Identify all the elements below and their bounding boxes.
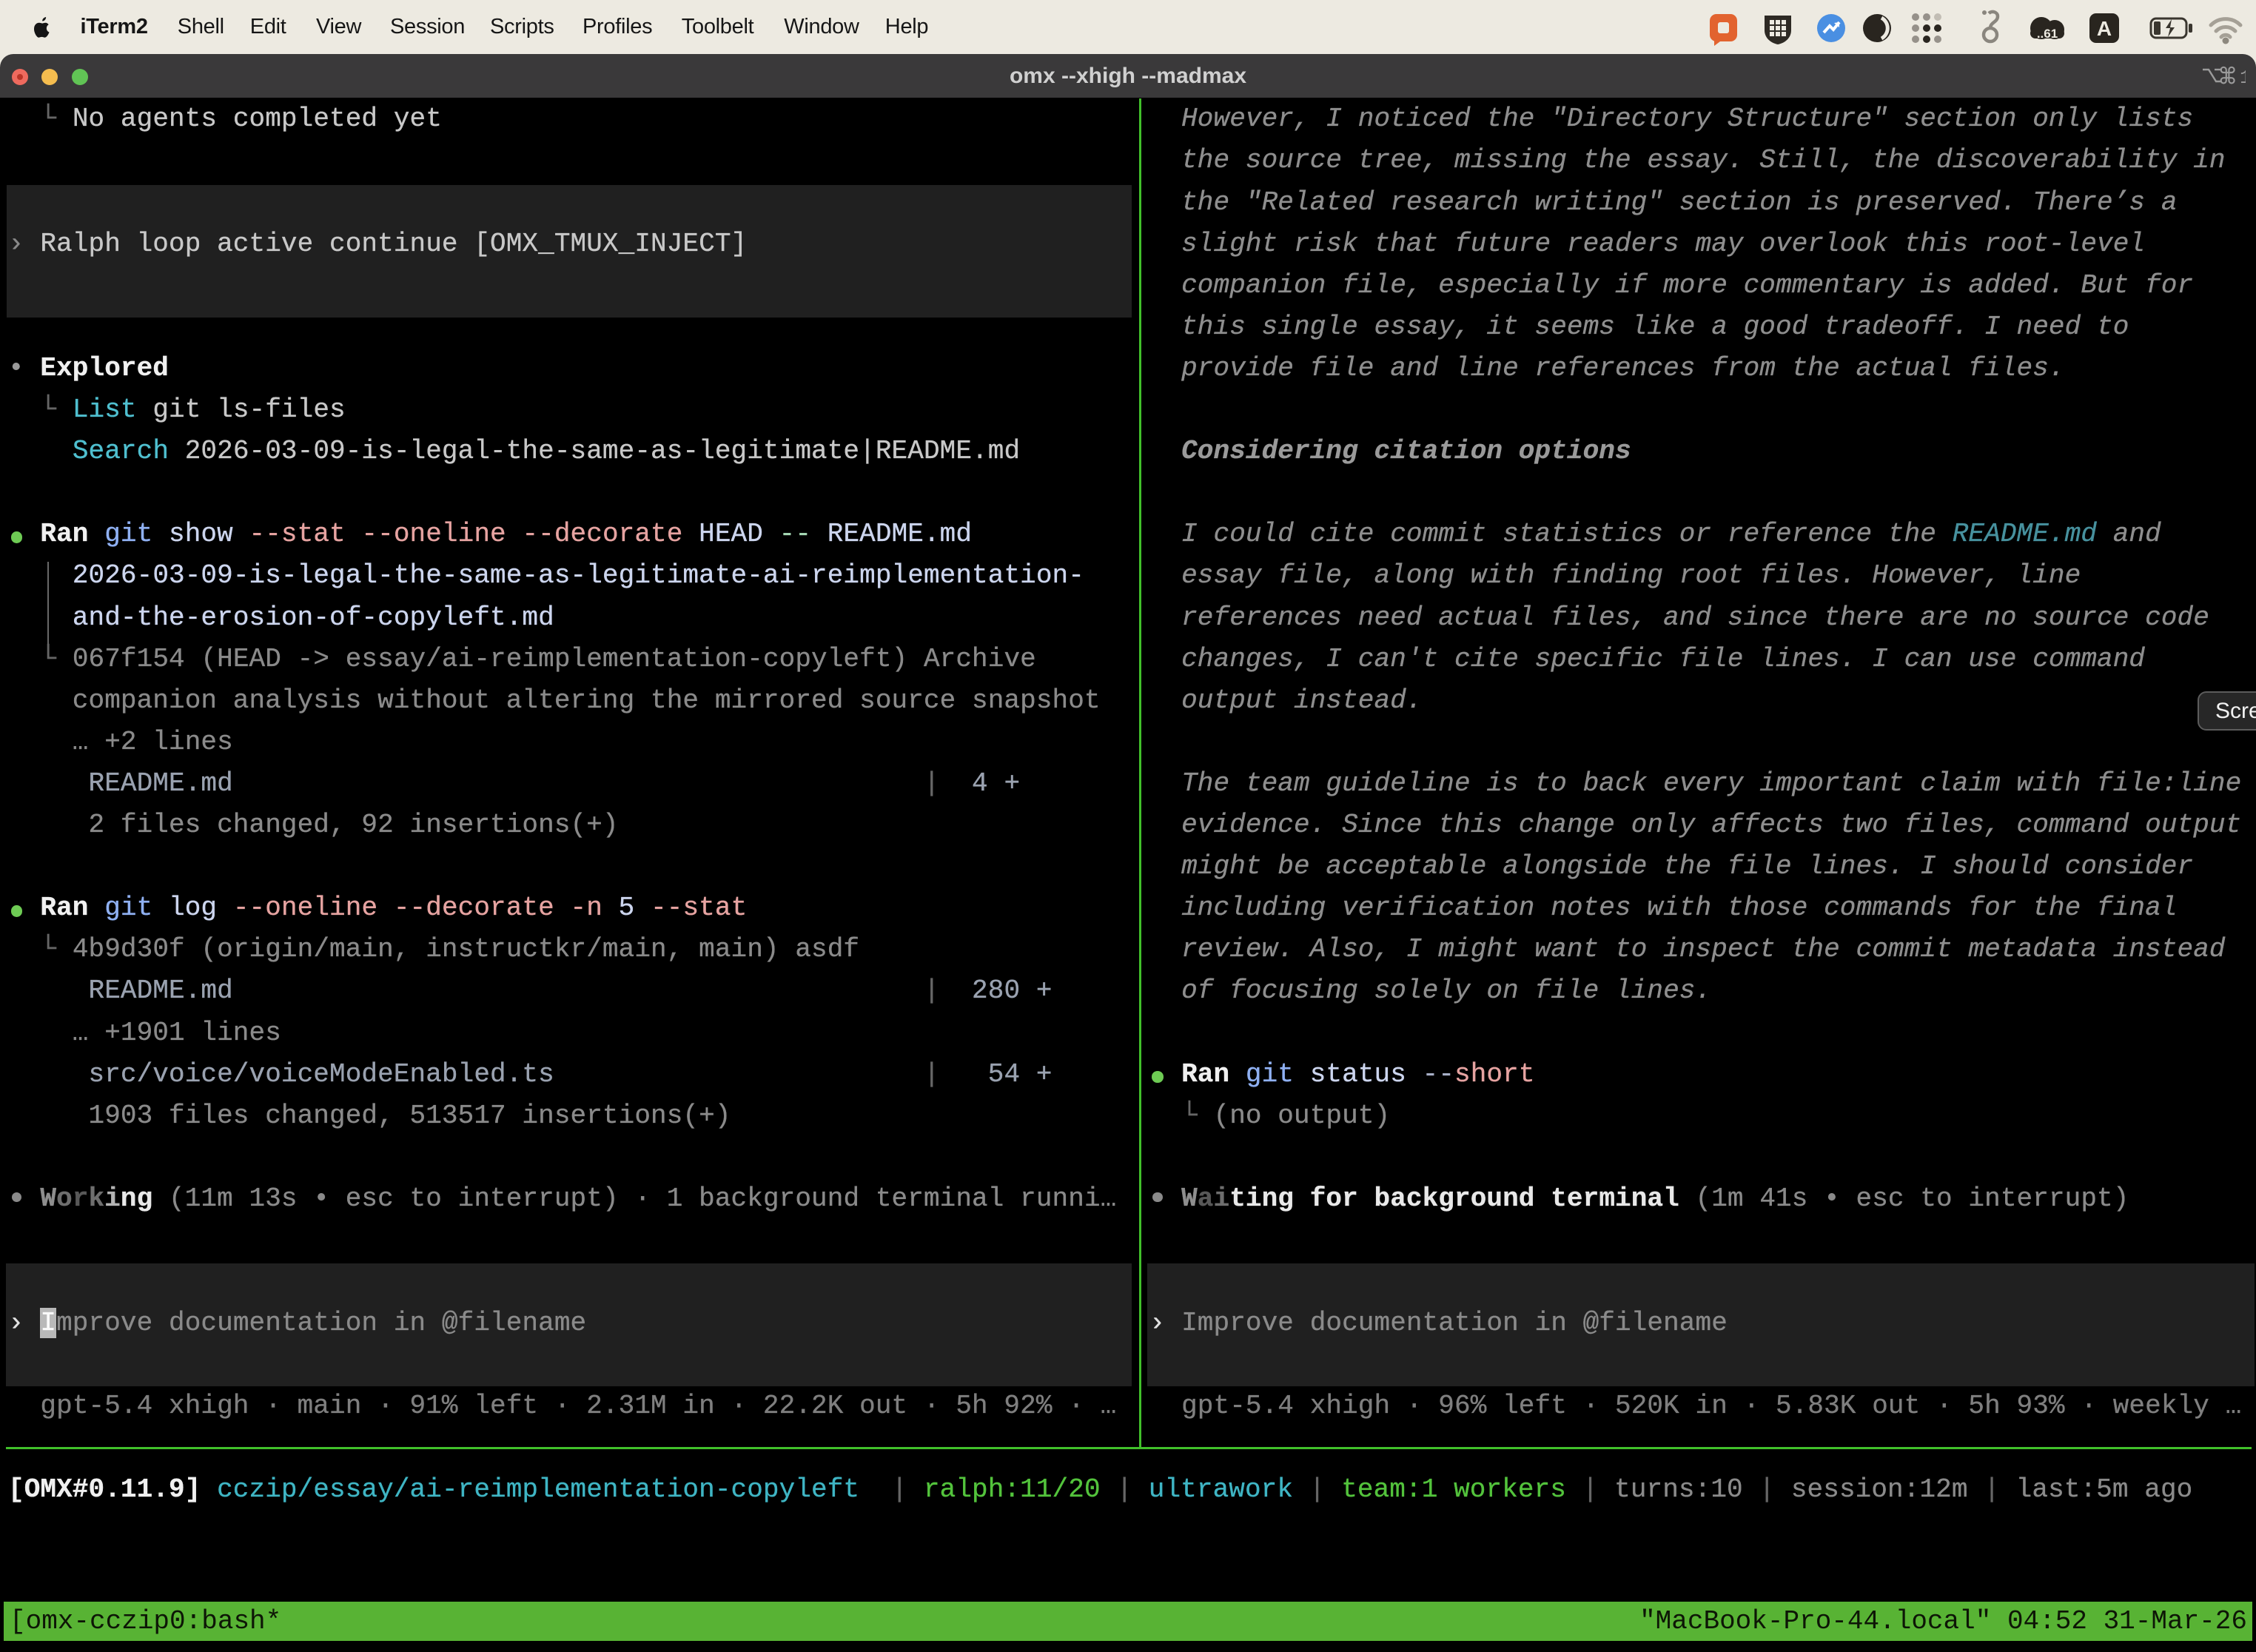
svg-text:1: 1 xyxy=(2240,67,2246,87)
svg-text:..61: ..61 xyxy=(2037,27,2058,41)
svg-text:A: A xyxy=(2097,17,2112,40)
